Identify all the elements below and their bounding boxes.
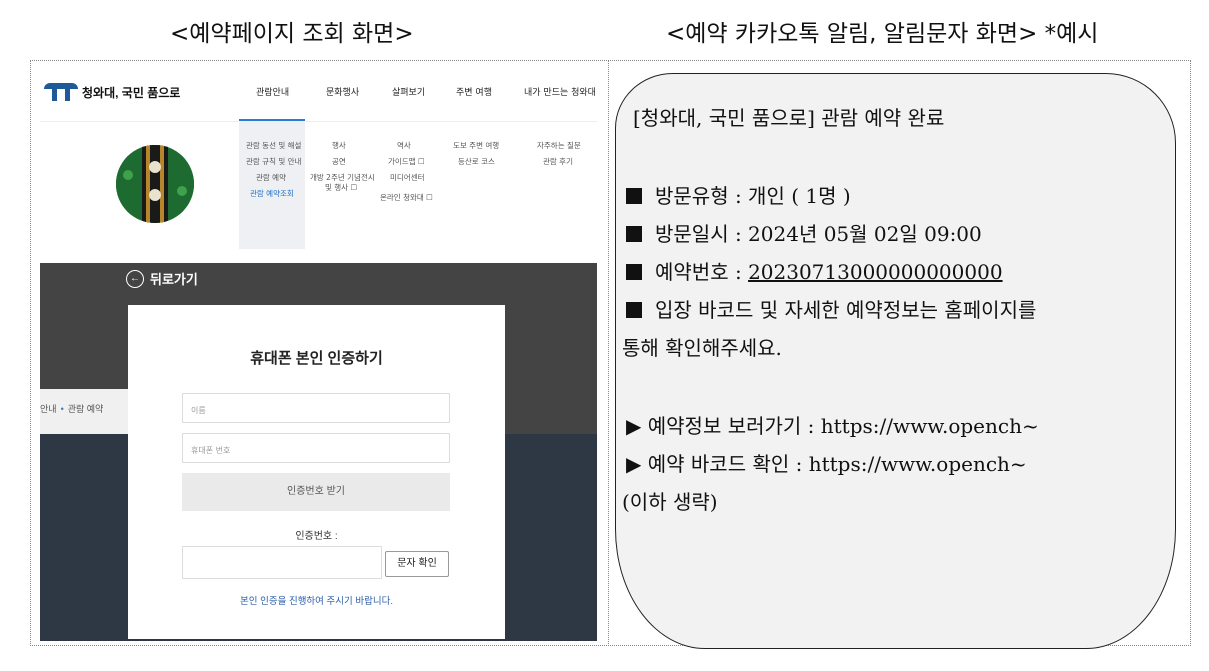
right-caption: <예약 카카오톡 알림, 알림문자 화면> *예시	[666, 21, 1099, 47]
logo-text: 청와대, 국민 품으로	[82, 85, 181, 100]
submenu-tour-rules[interactable]: 관람 규칙 및 안내	[246, 157, 301, 167]
reservation-number-line: 예약번호 : 20230713000000000000	[626, 256, 1003, 285]
verification-notice: 본인 인증을 진행하여 주시기 바랍니다.	[239, 596, 394, 607]
visit-date-line: 방문일시 : 2024년 05월 02일 09:00	[626, 218, 982, 247]
name-input[interactable]: 이름	[182, 393, 450, 423]
submenu-faq[interactable]: 자주하는 질문	[537, 141, 581, 151]
submenu-reservation-lookup[interactable]: 관람 예약조회	[250, 189, 294, 199]
visit-type-line: 방문유형 : 개인 ( 1명 )	[626, 180, 851, 209]
nav-item-nearby-travel[interactable]: 주변 여행	[456, 85, 492, 98]
breadcrumb-item[interactable]: 관람 예약	[68, 404, 104, 414]
arrow-left-icon: ←	[126, 269, 144, 288]
submenu-anniversary-exhibit[interactable]: 개방 2주년 기념전시	[310, 173, 375, 183]
code-label: 인증번호 :	[295, 531, 338, 542]
submenu-reviews[interactable]: 관람 후기	[543, 157, 573, 167]
site-logo[interactable]: 청와대, 국민 품으로	[44, 81, 180, 103]
square-bullet-icon	[626, 302, 642, 318]
submenu-walking-tour[interactable]: 도보 주변 여행	[453, 141, 499, 151]
notice-line: 입장 바코드 및 자세한 예약정보는 홈페이지를	[626, 294, 1036, 323]
submenu-tour-reservation[interactable]: 관람 예약	[256, 173, 286, 183]
visit-date: 방문일시 : 2024년 05월 02일 09:00	[655, 222, 982, 246]
confirm-sms-button[interactable]: 문자 확인	[385, 551, 449, 577]
table-divider	[608, 60, 609, 646]
submenu-events[interactable]: 행사	[332, 141, 346, 151]
modal-title: 휴대폰 본인 인증하기	[250, 350, 383, 367]
back-button[interactable]: ← 뒤로가기	[126, 269, 198, 288]
submenu-history[interactable]: 역사	[397, 141, 411, 151]
phone-input[interactable]: 휴대폰 번호	[182, 433, 450, 463]
pavilion-logo-icon	[44, 81, 78, 103]
square-bullet-icon	[626, 188, 642, 204]
square-bullet-icon	[626, 226, 642, 242]
submenu-performances[interactable]: 공연	[332, 157, 346, 167]
breadcrumb-dot-icon: •	[60, 404, 64, 414]
nav-item-culture-events[interactable]: 문화행사	[326, 85, 359, 98]
message-bubble	[615, 73, 1176, 649]
visit-type: 방문유형 : 개인 ( 1명 )	[655, 184, 851, 208]
nav-item-explore[interactable]: 살펴보기	[392, 85, 425, 98]
decorative-pattern-image	[116, 145, 194, 223]
submenu-guide-map[interactable]: 가이드맵 ☐	[388, 157, 425, 167]
reservation-lookup-screen: 청와대, 국민 품으로 관람안내 문화행사 살펴보기 주변 여행 내가 만드는 …	[40, 69, 597, 641]
verification-code-input[interactable]	[182, 546, 382, 579]
submenu-anniversary-events[interactable]: 및 행사 ☐	[325, 183, 357, 193]
submenu-online-bluehouse[interactable]: 온라인 청와대 ☐	[380, 193, 433, 203]
phone-verification-modal: 휴대폰 본인 인증하기 이름 휴대폰 번호 인증번호 받기 인증번호 : 문자 …	[128, 305, 505, 639]
request-code-button[interactable]: 인증번호 받기	[182, 473, 450, 511]
breadcrumb-item[interactable]: 안내	[40, 404, 57, 414]
notice-text-2: 통해 확인해주세요.	[622, 336, 782, 360]
nav-item-tour-info[interactable]: 관람안내	[256, 85, 289, 98]
square-bullet-icon	[626, 264, 642, 280]
back-label: 뒤로가기	[150, 272, 198, 287]
reservation-label: 예약번호 :	[655, 260, 749, 284]
reservation-number-link[interactable]: 20230713000000000000	[748, 260, 1003, 284]
header-divider	[40, 121, 597, 122]
submenu-hiking-course[interactable]: 등산로 코스	[458, 157, 495, 167]
message-title: [청와대, 국민 품으로] 관람 예약 완료	[633, 106, 945, 130]
breadcrumb: 안내 • 관람 예약	[40, 402, 103, 415]
barcode-link[interactable]: ▶ 예약 바코드 확인 : https://www.opench~	[626, 448, 1027, 477]
left-caption: <예약페이지 조회 화면>	[170, 21, 414, 47]
nav-item-my-bluehouse[interactable]: 내가 만드는 청와대	[524, 85, 596, 98]
omitted-text: (이하 생략)	[622, 490, 718, 514]
submenu-media-center[interactable]: 미디어센터	[390, 173, 425, 183]
submenu-tour-route[interactable]: 관람 동선 및 해설	[246, 141, 301, 151]
site-header: 청와대, 국민 품으로 관람안내 문화행사 살펴보기 주변 여행 내가 만드는 …	[40, 69, 597, 119]
notice-text-1: 입장 바코드 및 자세한 예약정보는 홈페이지를	[655, 298, 1037, 322]
reservation-info-link[interactable]: ▶ 예약정보 보러가기 : https://www.opench~	[626, 410, 1039, 439]
